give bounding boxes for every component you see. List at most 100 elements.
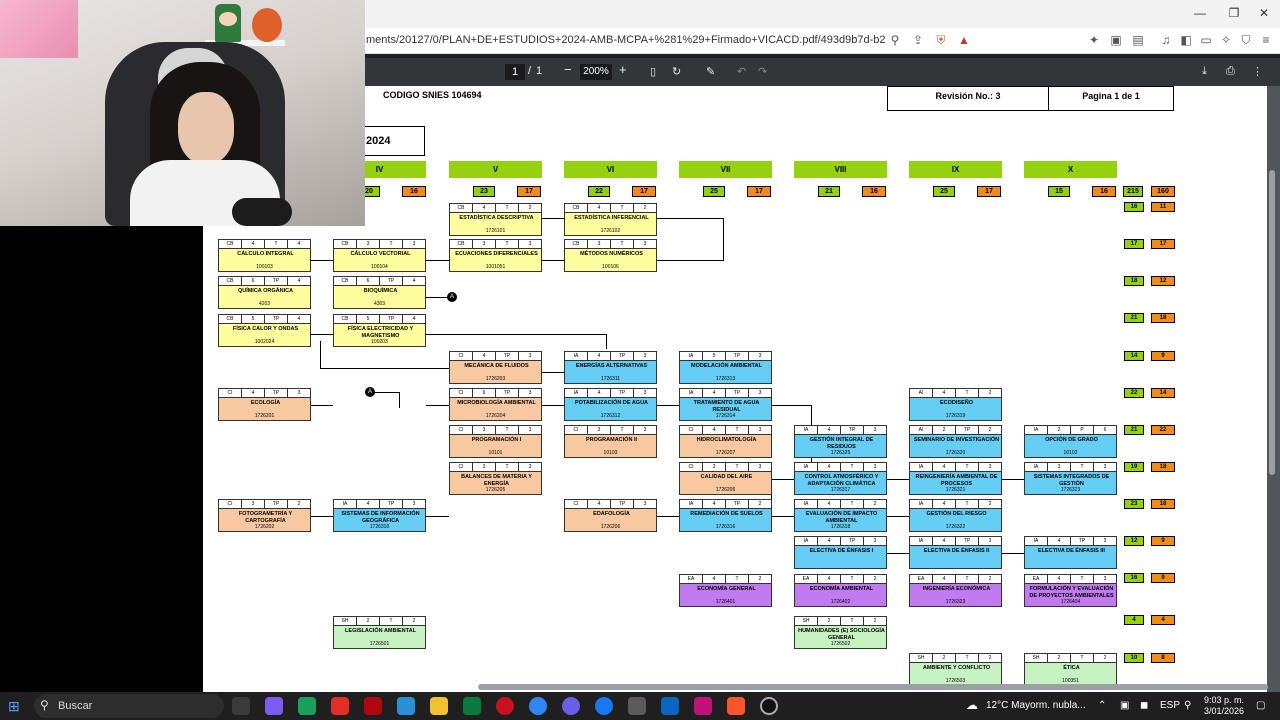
task-view-icon[interactable]	[232, 697, 250, 715]
course-card[interactable]: CI 4 TP 3 MECÁNICA DE FLUIDOS 1726203	[449, 351, 542, 384]
zoom-in-icon[interactable]: +	[619, 62, 627, 77]
course-card[interactable]: CI 6 TP 3 MICROBIOLOGÍA AMBIENTAL 1726204	[449, 388, 542, 421]
download-icon[interactable]: ⤓	[1202, 65, 1207, 78]
chrome-icon[interactable]	[529, 697, 547, 715]
course-card[interactable]: CB 5 TP 4 FÍSICA CALOR Y ONDAS 1002024	[218, 314, 311, 347]
reader-icon[interactable]: ▤	[1130, 33, 1146, 47]
course-card[interactable]: IA 4 T 3 CONTROL ATMOSFÉRICO Y ADAPTACIÓN CL…	[794, 462, 887, 495]
wallet-icon[interactable]: ▣	[1108, 33, 1124, 47]
course-card[interactable]: IA 4 T 2 GESTIÓN DEL RIESGO 1726322	[909, 499, 1002, 532]
course-card[interactable]: IA 4 T 2 EVALUACIÓN DE IMPACTO AMBIENTAL 1726…	[794, 499, 887, 532]
edge-icon[interactable]	[397, 697, 415, 715]
course-card[interactable]: IA 5 TP 3 MODELACIÓN AMBIENTAL 1726313	[679, 351, 772, 384]
tray-chevron-icon[interactable]: ⌃	[1098, 700, 1106, 711]
vertical-scrollbar[interactable]	[1269, 170, 1275, 475]
redo-icon[interactable]: ↷	[758, 65, 767, 78]
weather-text[interactable]: 12°C Mayorm. nubla...	[986, 700, 1086, 711]
course-card[interactable]: IA 4 TP 3 ELECTIVA DE ÉNFASIS III	[1024, 536, 1117, 569]
settings-icon[interactable]	[628, 697, 646, 715]
course-card[interactable]: CI 4 TP 3 EDAFOLOGÍA 1726206	[564, 499, 657, 532]
course-card[interactable]: CB 5 TP 4 FÍSICA ELECTRICIDAD Y MAGNETISMO 10…	[333, 314, 426, 347]
course-card[interactable]: CI 3 T 3 PROGRAMACIÓN I 10101	[449, 425, 542, 458]
netflix-icon[interactable]	[364, 697, 382, 715]
course-card[interactable]: CI 3 T 3 CALIDAD DEL AIRE 1726206	[679, 462, 772, 495]
facebook-icon[interactable]	[595, 697, 613, 715]
media-icon[interactable]: ♫	[1158, 33, 1174, 47]
course-card[interactable]: IA 4 TP 3 GESTIÓN INTEGRAL DE RESIDUOS 172632…	[794, 425, 887, 458]
course-card[interactable]: IA 4 TP 2 REMEDIACIÓN DE SUELOS 1726316	[679, 499, 772, 532]
course-card[interactable]: CI 4 TP 3 ECOLOGÍA 1726201	[218, 388, 311, 421]
vpn-icon[interactable]: ⛉	[1238, 33, 1254, 48]
course-card[interactable]: CI 3 T 3 BALANCES DE MATERIA Y ENERGÍA 172620…	[449, 462, 542, 495]
file-explorer-icon[interactable]	[430, 697, 448, 715]
course-card[interactable]: CB 3 T 3 ECUACIONES DIFERENCIALES 1001051	[449, 239, 542, 272]
course-card[interactable]: SH 2 T 2 ÉTICA 100351	[1024, 653, 1117, 686]
menu-icon[interactable]: ≡	[1258, 33, 1274, 47]
restore-button[interactable]: ❐	[1224, 6, 1244, 20]
brave-icon[interactable]	[727, 697, 745, 715]
wifi-icon[interactable]: ⚲	[1184, 700, 1191, 711]
leo-icon[interactable]: ✧	[1218, 33, 1234, 47]
copilot-icon[interactable]	[265, 697, 283, 715]
course-card[interactable]: IA 2 P 6 OPCIÓN DE GRADO 10102	[1024, 425, 1117, 458]
course-card[interactable]: CB 4 T 2 ESTADÍSTICA INFERENCIAL 1726102	[564, 203, 657, 236]
course-card[interactable]: CB 4 T 2 ESTADÍSTICA DESCRIPTIVA 1726101	[449, 203, 542, 236]
course-card[interactable]: IA 4 T 3 REINGENIERÍA AMBIENTAL DE PROCESOS 1…	[909, 462, 1002, 495]
zoom-out-icon[interactable]: −	[564, 62, 572, 77]
course-card[interactable]: CI 4 T 3 HIDROCLIMATOLOGÍA 1726207	[679, 425, 772, 458]
course-card[interactable]: IA 4 TP 3 ENERGÍAS ALTERNATIVAS 1726311	[564, 351, 657, 384]
store-icon[interactable]	[298, 697, 316, 715]
page-number-input[interactable]: 1	[505, 64, 525, 80]
course-card[interactable]: EA 4 T 3 FORMULACIÓN Y EVALUACIÓN DE PROYECT…	[1024, 574, 1117, 607]
tray-app-icon[interactable]: ▣	[1120, 700, 1129, 711]
zoom-level[interactable]: 200%	[580, 64, 612, 80]
more-options-icon[interactable]: ⋮	[1252, 65, 1263, 78]
course-card[interactable]: SH 2 T 2 LEGISLACIÓN AMBIENTAL 1726501	[333, 616, 426, 649]
sidebar-icon[interactable]: ◧	[1178, 33, 1194, 47]
taskbar-search[interactable]: ⚲ Buscar	[34, 694, 224, 718]
rewards-icon[interactable]: ▲	[956, 33, 972, 47]
excel-icon[interactable]	[463, 697, 481, 715]
opera-icon[interactable]	[496, 697, 514, 715]
course-card[interactable]: SH 2 T 2 HUMANIDADES (E) SOCIOLOGÍA GENERAL 1…	[794, 616, 887, 649]
tray-app2-icon[interactable]: ◼	[1140, 700, 1148, 711]
youtube-icon[interactable]	[331, 697, 349, 715]
clock[interactable]: 9:03 p. m. 3/01/2026	[1200, 695, 1248, 717]
course-card[interactable]: IA 3 T 3 SISTEMAS INTEGRADOS DE GESTIÓN 17263…	[1024, 462, 1117, 495]
obs-icon[interactable]	[760, 697, 778, 715]
course-card[interactable]: IA 4 TP 3 ELECTIVA DE ÉNFASIS I	[794, 536, 887, 569]
share-icon[interactable]: ⇪	[910, 33, 926, 47]
language-indicator[interactable]: ESP	[1160, 700, 1180, 711]
wallet2-icon[interactable]: ▭	[1198, 33, 1214, 47]
close-button[interactable]: ✕	[1254, 6, 1274, 20]
course-card[interactable]: CI 3 T 3 PROGRAMACIÓN II 10103	[564, 425, 657, 458]
course-card[interactable]: IA 4 TP 3 TRATAMIENTO DE AGUA RESIDUAL 172631…	[679, 388, 772, 421]
zoom-icon[interactable]: ⚲	[887, 33, 903, 47]
weather-icon[interactable]: ☁	[966, 698, 978, 712]
course-card[interactable]: IA 4 TP 3 ELECTIVA DE ÉNFASIS II	[909, 536, 1002, 569]
brave-shield-icon[interactable]: ⛨	[933, 33, 949, 48]
undo-icon[interactable]: ↶	[737, 65, 746, 78]
course-card[interactable]: AI 4 T 2 ECODISEÑO 1726319	[909, 388, 1002, 421]
draw-icon[interactable]: ✎	[706, 65, 715, 78]
fit-page-icon[interactable]: ▯	[650, 65, 656, 78]
course-card[interactable]: IA 4 TP 3 POTABILIZACIÓN DE AGUA 1726312	[564, 388, 657, 421]
course-card[interactable]: CB 6 TP 4 BIOQUÍMICA 4303	[333, 276, 426, 309]
course-card[interactable]: EA 4 T 2 INGENIERÍA ECONÓMICA 1726323	[909, 574, 1002, 607]
url-field[interactable]: ments/20127/0/PLAN+DE+ESTUDIOS+2024-AMB-…	[366, 34, 886, 46]
print-icon[interactable]: ⎙	[1226, 65, 1235, 78]
rotate-icon[interactable]: ↻	[672, 65, 681, 78]
extension-icon[interactable]: ✦	[1086, 33, 1102, 47]
course-card[interactable]: EA 4 T 2 ECONOMÍA AMBIENTAL 1726402	[794, 574, 887, 607]
course-card[interactable]: CB 6 TP 4 QUÍMICA ORGÁNICA 4203	[218, 276, 311, 309]
course-card[interactable]: AI 2 TP 2 SEMINARIO DE INVESTIGACIÓN 1726320	[909, 425, 1002, 458]
acrobat-icon[interactable]	[694, 697, 712, 715]
horizontal-scrollbar[interactable]	[478, 684, 1268, 690]
notification-icon[interactable]: ▢	[1256, 700, 1265, 711]
course-card[interactable]: SH 2 T 2 AMBIENTE Y CONFLICTO 1726503	[909, 653, 1002, 686]
discord-icon[interactable]	[562, 697, 580, 715]
windows-start-icon[interactable]: ⊞	[8, 698, 24, 714]
course-card[interactable]: CB 3 T 3 MÉTODOS NUMÉRICOS 100106	[564, 239, 657, 272]
course-card[interactable]: CI 3 TP 2 FOTOGRAMETRÍA Y CARTOGRAFÍA 1726202	[218, 499, 311, 532]
minimize-button[interactable]: —	[1190, 6, 1210, 20]
